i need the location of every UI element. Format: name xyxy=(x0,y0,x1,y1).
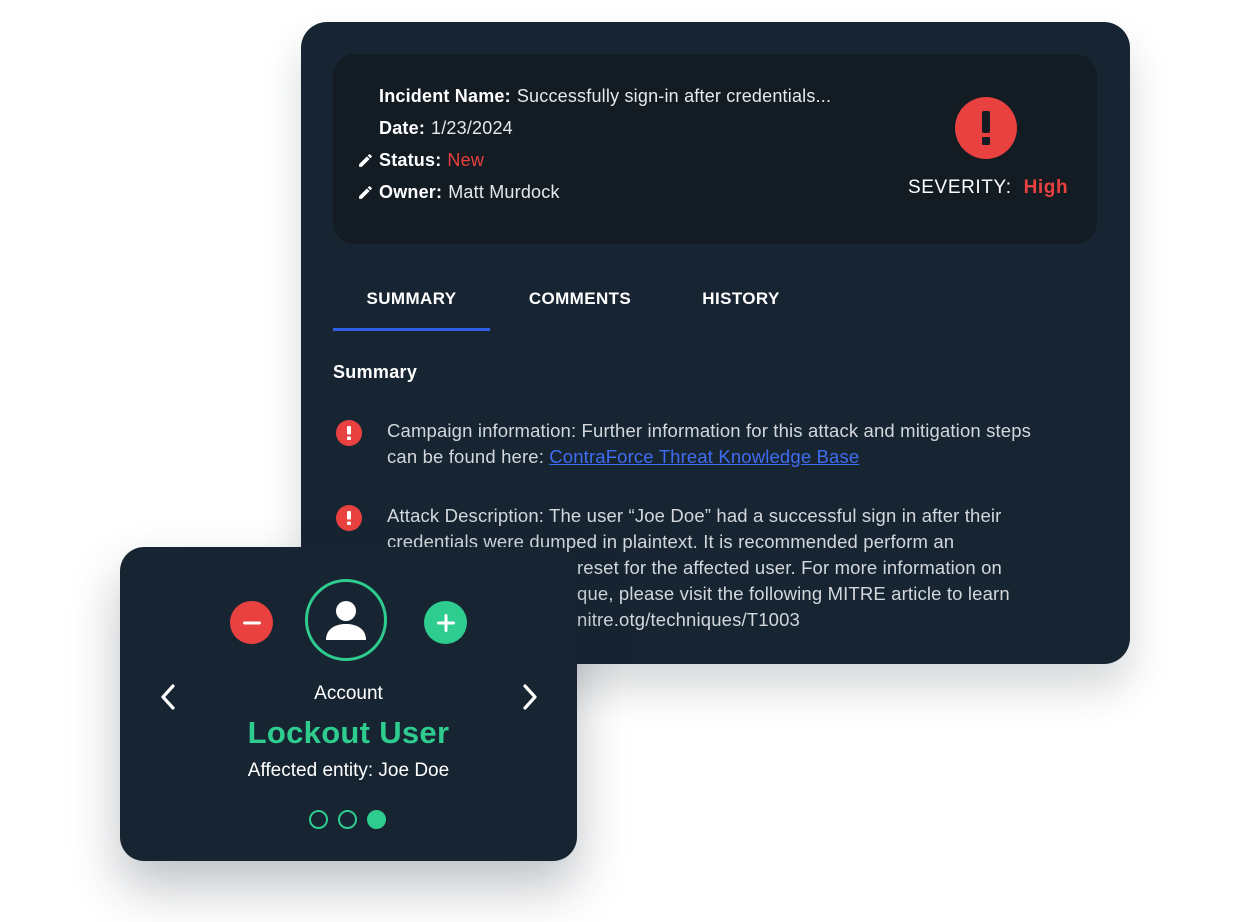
campaign-info-line: can be found here: ContraForce Threat Kn… xyxy=(387,444,1102,470)
severity-row: SEVERITY: High xyxy=(908,176,1068,200)
incident-date-value: 1/23/2024 xyxy=(431,117,513,138)
page-dot-active[interactable] xyxy=(367,810,386,829)
pencil-icon[interactable] xyxy=(357,182,379,202)
minus-icon xyxy=(242,621,261,624)
avatar xyxy=(305,579,387,661)
knowledge-base-link[interactable]: ContraForce Threat Knowledge Base xyxy=(549,446,859,467)
summary-title: Summary xyxy=(333,362,418,382)
incident-name-value: Successfully sign-in after credentials..… xyxy=(516,85,832,106)
incident-status-value[interactable]: New xyxy=(447,150,484,171)
attack-description-line: Attack Description: The user “Joe Doe” h… xyxy=(387,505,1002,526)
incident-owner-row: Owner: Matt Murdock xyxy=(357,180,560,204)
tab-comments[interactable]: COMMENTS xyxy=(525,276,635,322)
campaign-info-text: Campaign information: Further informatio… xyxy=(387,418,1102,470)
page-dot[interactable] xyxy=(338,810,357,829)
action-card: Account Lockout User Affected entity: Jo… xyxy=(120,547,577,861)
remove-action-button[interactable] xyxy=(230,601,273,644)
tab-history[interactable]: HISTORY xyxy=(699,276,783,322)
incident-name-row: Incident Name: Successfully sign-in afte… xyxy=(357,84,831,108)
incident-owner-value[interactable]: Matt Murdock xyxy=(448,182,559,203)
incident-status-row: Status: New xyxy=(357,148,484,172)
page-dot[interactable] xyxy=(309,810,328,829)
severity-exclamation-icon xyxy=(955,97,1017,159)
incident-status-label: Status: xyxy=(379,149,442,170)
tab-summary[interactable]: SUMMARY xyxy=(333,276,490,322)
affected-entity: Affected entity: Joe Doe xyxy=(247,760,450,781)
incident-name-label: Incident Name: xyxy=(379,85,511,106)
severity-label: SEVERITY: xyxy=(908,177,1012,198)
incident-header: Incident Name: Successfully sign-in afte… xyxy=(333,54,1097,244)
action-category: Account xyxy=(314,683,383,704)
severity-value: High xyxy=(1023,177,1069,198)
plus-icon xyxy=(436,613,455,632)
warning-icon xyxy=(336,505,362,531)
active-tab-indicator xyxy=(333,328,490,331)
pagination-dots xyxy=(309,810,386,829)
campaign-info-line: Campaign information: Further informatio… xyxy=(387,420,1032,441)
incident-date-label: Date: xyxy=(379,117,426,138)
campaign-info-prefix: can be found here: xyxy=(387,446,550,467)
action-title: Lockout User xyxy=(247,715,450,750)
incident-date-row: Date: 1/23/2024 xyxy=(357,116,513,140)
user-icon xyxy=(326,601,366,640)
warning-icon xyxy=(336,420,362,446)
add-action-button[interactable] xyxy=(424,601,467,644)
incident-owner-label: Owner: xyxy=(379,181,443,202)
pencil-icon[interactable] xyxy=(357,150,379,170)
